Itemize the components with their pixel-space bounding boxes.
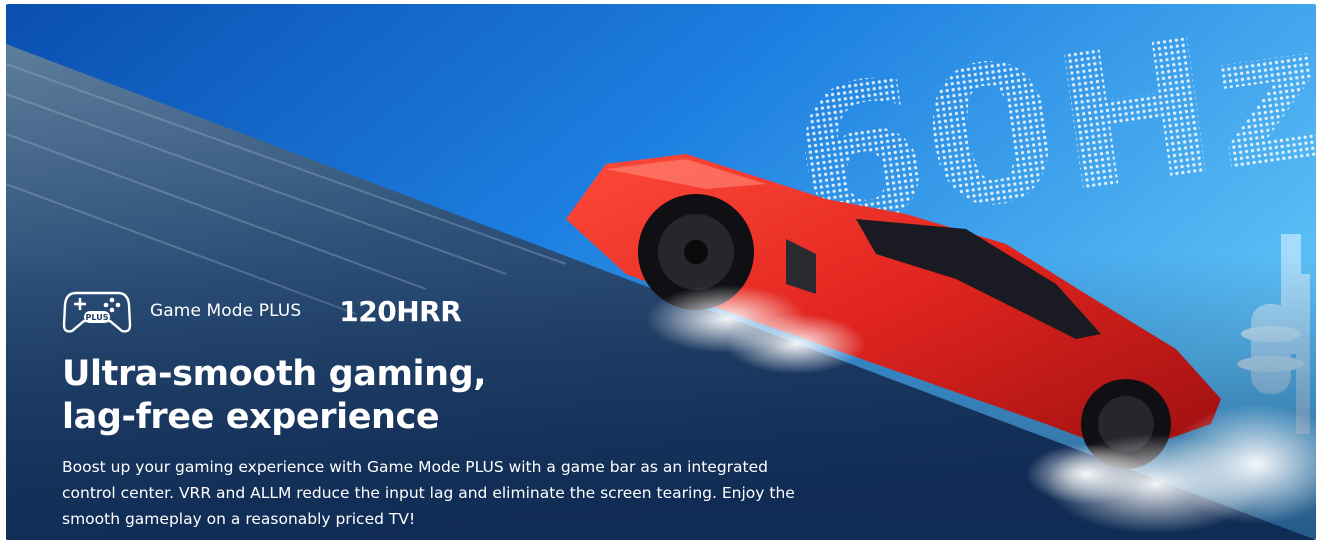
headline: Ultra-smooth gaming, lag-free experience <box>62 353 487 439</box>
hero-banner: 60Hz PLUS Game Mode PLUS 120HRR Ultra-sm… <box>6 4 1316 540</box>
gamepad-plus-icon: PLUS <box>62 291 132 333</box>
icon-badge-text: PLUS <box>86 313 109 322</box>
game-mode-plus-label: Game Mode PLUS <box>150 301 302 321</box>
feature-row: PLUS Game Mode PLUS 120HRR <box>62 287 462 335</box>
headline-line-2: lag-free experience <box>62 397 440 437</box>
description: Boost up your gaming experience with Gam… <box>62 458 795 528</box>
hrr-label: 120HRR <box>339 294 462 328</box>
headline-line-1: Ultra-smooth gaming, <box>62 354 487 394</box>
